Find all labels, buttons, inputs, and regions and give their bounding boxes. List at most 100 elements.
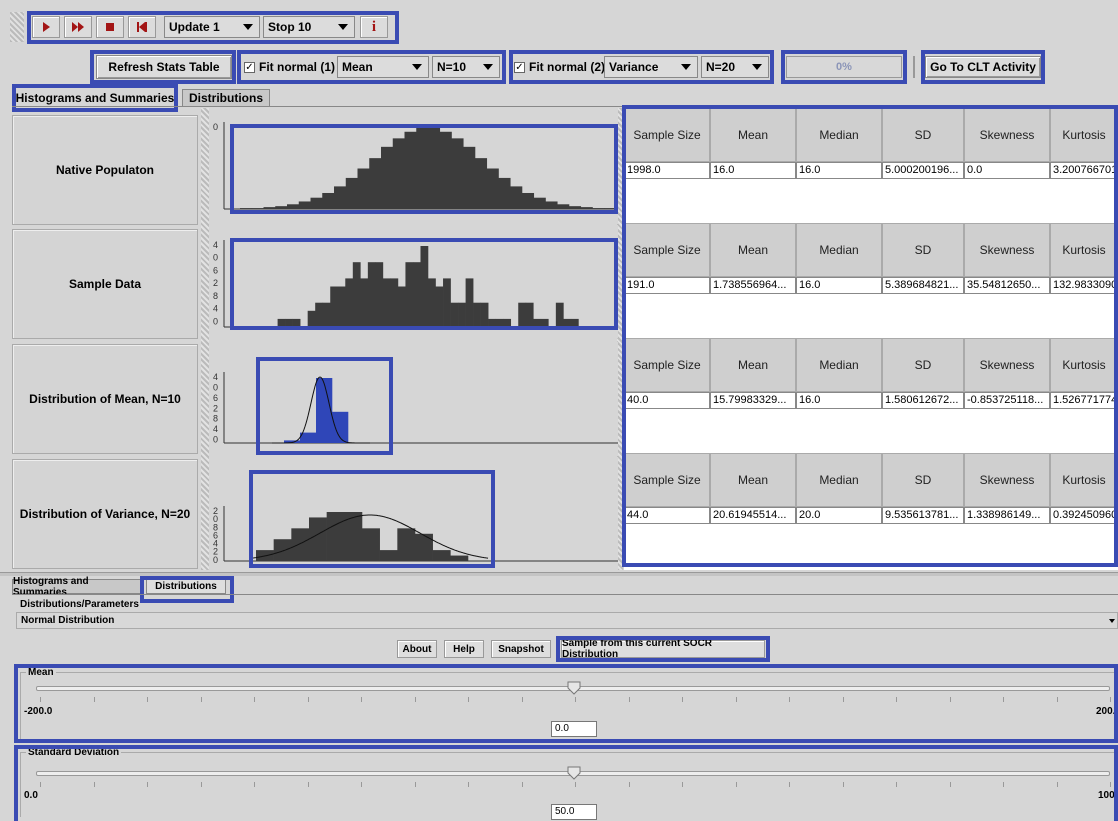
sd-value-field[interactable]: 50.0 [551,804,597,820]
histogram-bar [428,128,441,209]
slider-tick [1056,782,1058,787]
slider-tick [40,782,41,787]
play-button[interactable] [32,16,60,38]
fit1-n-combo[interactable]: N=10 [432,56,500,78]
stats-header-cell[interactable]: SD [882,338,964,392]
fit2-stat-combo[interactable]: Variance [604,56,698,78]
stats-header-cell[interactable]: Mean [710,338,796,392]
stats-header-cell[interactable]: Median [796,108,882,162]
row-label-sample: Sample Data [12,229,198,339]
stop-icon [106,23,114,31]
histogram-bar [362,528,380,561]
stats-value-cell[interactable]: 15.79983329... [710,392,796,409]
stats-header-cell[interactable]: Skewness [964,453,1050,507]
stats-value-cell[interactable]: 1.338986149... [964,507,1050,524]
stats-value-cell[interactable]: 44.0 [624,507,710,524]
fit2-n-combo[interactable]: N=20 [701,56,769,78]
stats-header-cell[interactable]: Sample Size [624,338,710,392]
update-combo[interactable]: Update 1 [164,16,260,38]
stats-header-cell[interactable]: Sample Size [624,108,710,162]
stats-header-cell[interactable]: Skewness [964,223,1050,277]
histogram-bar [315,302,324,327]
stats-value-cell[interactable]: 35.54812650... [964,277,1050,294]
stats-header-cell[interactable]: Kurtosis [1050,338,1118,392]
rewind-icon [137,22,147,32]
stats-header-cell[interactable]: Median [796,223,882,277]
histogram-bar [498,177,511,209]
histogram-bar [443,278,451,327]
sd-slider-thumb[interactable] [567,766,581,780]
stats-value-cell[interactable]: 1998.0 [624,162,710,179]
dist-select[interactable]: Normal Distribution [16,612,1118,629]
tick-label: 4 [213,240,218,250]
stats-value-cell[interactable]: 16.0 [796,392,882,409]
clt-activity-button[interactable]: Go To CLT Activity [925,56,1041,78]
bottom-tab-histograms[interactable]: Histograms and Summaries [12,576,142,598]
fit1-stat-combo[interactable]: Mean [337,56,429,78]
stats-header-cell[interactable]: Sample Size [624,453,710,507]
stats-header-cell[interactable]: SD [882,108,964,162]
about-button[interactable]: About [397,640,437,658]
histogram-bar [503,318,512,327]
stats-header-cell[interactable]: Median [796,338,882,392]
stats-header-cell[interactable]: Mean [710,108,796,162]
stats-value-cell[interactable]: 1.526771774 [1050,392,1118,409]
stats-value-cell[interactable]: 3.200766701 [1050,162,1118,179]
stats-header-cell[interactable]: Sample Size [624,223,710,277]
stats-header-cell[interactable]: SD [882,453,964,507]
info-button[interactable]: i [360,16,388,38]
stats-value-cell[interactable]: 5.000200196... [882,162,964,179]
stats-value-cell[interactable]: 132.9833090 [1050,277,1118,294]
mean-slider-thumb[interactable] [567,681,581,695]
fit1-checkbox[interactable]: ✓ Fit normal (1) [244,60,335,74]
stats-value-cell[interactable]: 9.535613781... [882,507,964,524]
refresh-stats-button[interactable]: Refresh Stats Table [96,55,232,79]
sample-distribution-button[interactable]: Sample from this current SOCR Distributi… [561,638,765,660]
stats-header-cell[interactable]: Median [796,453,882,507]
stats-value-cell[interactable]: 20.61945514... [710,507,796,524]
about-label: About [402,643,432,655]
stats-header-cell[interactable]: Skewness [964,108,1050,162]
histogram-bar [345,278,354,327]
fit2-label: Fit normal (2) [529,60,606,74]
stats-value-cell[interactable]: 1.580612672... [882,392,964,409]
stats-value-cell[interactable]: 1.738556964... [710,277,796,294]
histogram-bar [510,186,523,209]
stats-header-cell[interactable]: Mean [710,453,796,507]
stats-value-cell[interactable]: 16.0 [796,277,882,294]
fast-forward-button[interactable] [64,16,92,38]
bottom-tab-distributions[interactable]: Distributions [146,579,226,594]
stats-header-cell[interactable]: Mean [710,223,796,277]
stop-combo[interactable]: Stop 10 [263,16,355,38]
histogram-bar [522,192,535,209]
stats-value-cell[interactable]: 191.0 [624,277,710,294]
stats-value-cell[interactable]: 0.392450960 [1050,507,1118,524]
stats-header-cell[interactable]: Kurtosis [1050,453,1118,507]
snapshot-button[interactable]: Snapshot [491,640,551,658]
fit1-stat-value: Mean [342,60,373,74]
bottom-divider [0,572,1118,576]
stats-value-cell[interactable]: -0.853725118... [964,392,1050,409]
stats-header-cell[interactable]: Skewness [964,338,1050,392]
help-button[interactable]: Help [444,640,484,658]
tab-distributions[interactable]: Distributions [182,89,270,106]
histogram-bar [277,318,286,327]
stats-value-cell[interactable]: 5.389684821... [882,277,964,294]
stats-header-cell[interactable]: Kurtosis [1050,108,1118,162]
stats-value-cell[interactable]: 16.0 [710,162,796,179]
mean-value-field[interactable]: 0.0 [551,721,597,737]
stats-value-cell[interactable]: 16.0 [796,162,882,179]
stop-button[interactable] [96,16,124,38]
stats-value-cell[interactable]: 20.0 [796,507,882,524]
histogram-bar [310,197,323,209]
tick-label: 4 [213,424,218,434]
reset-button[interactable] [128,16,156,38]
stats-header-cell[interactable]: Kurtosis [1050,223,1118,277]
fit2-checkbox[interactable]: ✓ Fit normal (2) [514,60,605,74]
row-label-native-text: Native Populaton [55,163,154,177]
stats-value-cell[interactable]: 0.0 [964,162,1050,179]
splitter-left[interactable] [201,108,209,570]
tab-histograms[interactable]: Histograms and Summaries [14,87,176,107]
stats-value-cell[interactable]: 40.0 [624,392,710,409]
stats-header-cell[interactable]: SD [882,223,964,277]
